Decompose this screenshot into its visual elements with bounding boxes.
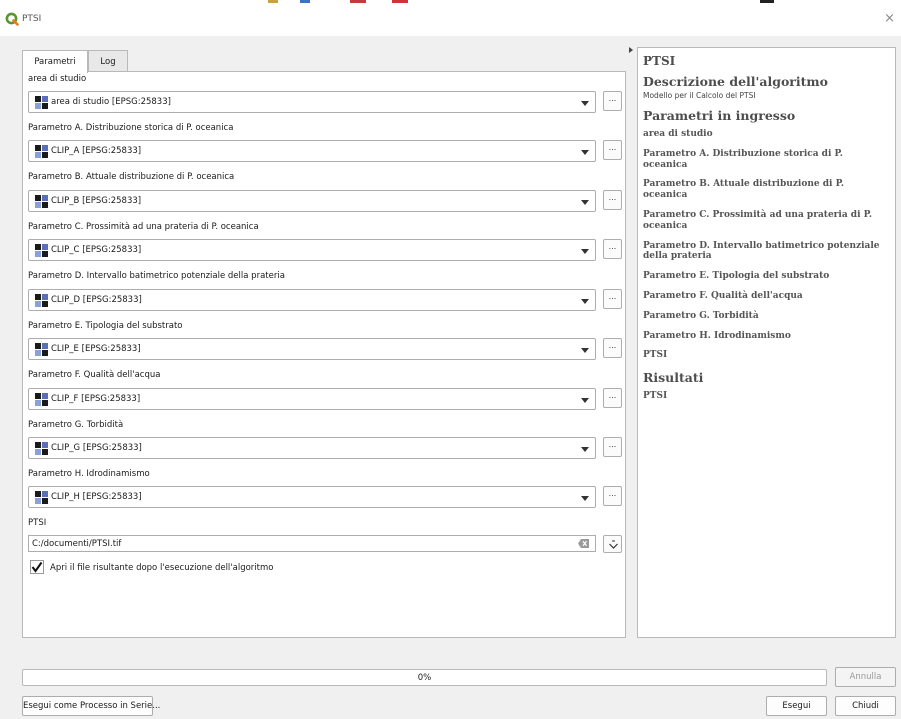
- panel-splitter-handle[interactable]: [629, 47, 633, 53]
- chevron-down-icon: [581, 101, 589, 106]
- help-description: Modello per il Calcolo del PTSI: [643, 91, 756, 100]
- layer-combo-a[interactable]: CLIP_A [EPSG:25833]: [28, 140, 596, 162]
- layer-combo-d[interactable]: CLIP_D [EPSG:25833]: [28, 289, 596, 311]
- parameters-panel: area di studio area di studio [EPSG:2583…: [22, 71, 626, 638]
- combo-value: CLIP_D [EPSG:25833]: [51, 295, 142, 305]
- param-label-g: Parametro G. Torbidità: [28, 420, 124, 430]
- output-label: PTSI: [28, 518, 47, 528]
- tab-parametri[interactable]: Parametri: [22, 50, 88, 73]
- raster-layer-icon: [35, 96, 48, 109]
- chevron-down-icon: [581, 200, 589, 205]
- close-button[interactable]: Chiudi: [835, 696, 896, 716]
- param-label-area-di-studio: area di studio: [28, 74, 87, 84]
- background-strip: [300, 0, 310, 3]
- combo-value: area di studio [EPSG:25833]: [51, 97, 171, 107]
- raster-layer-icon: [35, 442, 48, 455]
- browse-button[interactable]: ...: [603, 437, 622, 457]
- batch-process-button[interactable]: Esegui come Processo in Serie...: [22, 696, 160, 716]
- raster-layer-icon: [35, 294, 48, 307]
- help-input-item: Parametro C. Prossimità ad una prateria …: [643, 209, 873, 231]
- help-input-item: Parametro D. Intervallo batimetrico pote…: [643, 240, 880, 262]
- output-path-value: C:/documenti/PTSI.tif: [32, 539, 122, 549]
- layer-combo-g[interactable]: CLIP_G [EPSG:25833]: [28, 437, 596, 459]
- browse-button[interactable]: ...: [603, 388, 622, 408]
- raster-layer-icon: [35, 244, 48, 257]
- chevron-down-icon: [581, 496, 589, 501]
- raster-layer-icon: [35, 145, 48, 158]
- help-output-item: PTSI: [643, 391, 668, 402]
- help-title: PTSI: [643, 54, 676, 68]
- help-input-item: Parametro G. Torbidità: [643, 310, 759, 321]
- window-title: PTSI: [22, 14, 42, 24]
- clear-field-icon[interactable]: [578, 539, 589, 548]
- layer-combo-e[interactable]: CLIP_E [EPSG:25833]: [28, 338, 596, 360]
- output-options-button[interactable]: [603, 535, 622, 553]
- layer-combo-f[interactable]: CLIP_F [EPSG:25833]: [28, 388, 596, 410]
- chevron-down-icon: [581, 249, 589, 254]
- background-strip: [350, 0, 366, 3]
- chevron-down-icon: [581, 398, 589, 403]
- browse-button[interactable]: ...: [603, 190, 622, 210]
- qgis-logo-icon: [5, 12, 19, 26]
- param-label-a: Parametro A. Distribuzione storica di P.…: [28, 123, 234, 133]
- background-strip: [392, 0, 408, 3]
- help-panel: PTSI Descrizione dell'algoritmo Modello …: [637, 47, 896, 638]
- browse-button[interactable]: ...: [603, 486, 622, 506]
- help-input-item: Parametro E. Tipologia del substrato: [643, 271, 830, 282]
- browse-button[interactable]: ...: [603, 338, 622, 358]
- progress-text: 0%: [417, 673, 432, 683]
- combo-value: CLIP_E [EPSG:25833]: [51, 344, 141, 354]
- tab-log[interactable]: Log: [88, 50, 128, 72]
- help-input-item: Parametro B. Attuale distribuzione di P.…: [643, 179, 845, 201]
- help-input-item: PTSI: [643, 350, 668, 361]
- raster-layer-icon: [35, 343, 48, 356]
- help-input-item: Parametro F. Qualità dell'acqua: [643, 290, 803, 301]
- param-label-e: Parametro E. Tipologia del substrato: [28, 321, 183, 331]
- layer-combo-b[interactable]: CLIP_B [EPSG:25833]: [28, 190, 596, 212]
- close-window-button[interactable]: ×: [884, 11, 895, 26]
- raster-layer-icon: [35, 393, 48, 406]
- open-result-label: Apri il file risultante dopo l'esecuzion…: [50, 563, 274, 573]
- help-inputs-heading: Parametri in ingresso: [643, 108, 796, 123]
- help-input-item: Parametro A. Distribuzione storica di P.…: [643, 148, 843, 170]
- layer-combo-area-di-studio[interactable]: area di studio [EPSG:25833]: [28, 91, 596, 113]
- background-strip: [760, 0, 774, 3]
- param-label-h: Parametro H. Idrodinamismo: [28, 469, 150, 479]
- help-outputs-heading: Risultati: [643, 370, 704, 386]
- browse-button[interactable]: ...: [603, 140, 622, 160]
- combo-value: CLIP_B [EPSG:25833]: [51, 196, 142, 206]
- checkmark-icon: [31, 561, 43, 573]
- chevron-down-icon: [581, 348, 589, 353]
- param-label-b: Parametro B. Attuale distribuzione di P.…: [28, 172, 235, 182]
- cancel-button[interactable]: Annulla: [835, 667, 896, 687]
- combo-value: CLIP_C [EPSG:25833]: [51, 245, 142, 255]
- output-path-input[interactable]: C:/documenti/PTSI.tif: [28, 535, 596, 552]
- browse-button[interactable]: ...: [603, 289, 622, 309]
- title-bar: PTSI ×: [0, 0, 901, 36]
- combo-value: CLIP_G [EPSG:25833]: [51, 443, 142, 453]
- raster-layer-icon: [35, 195, 48, 208]
- help-input-item: Parametro H. Idrodinamismo: [643, 330, 791, 341]
- background-strip: [268, 0, 278, 3]
- combo-value: CLIP_A [EPSG:25833]: [51, 146, 142, 156]
- combo-value: CLIP_F [EPSG:25833]: [51, 394, 141, 404]
- param-label-d: Parametro D. Intervallo batimetrico pote…: [28, 271, 285, 281]
- run-button[interactable]: Esegui: [766, 696, 827, 716]
- open-result-checkbox[interactable]: [30, 560, 44, 574]
- chevron-down-icon: [581, 447, 589, 452]
- combo-value: CLIP_H [EPSG:25833]: [51, 492, 142, 502]
- browse-button[interactable]: ...: [603, 239, 622, 259]
- layer-combo-c[interactable]: CLIP_C [EPSG:25833]: [28, 239, 596, 261]
- browse-button[interactable]: ...: [603, 91, 622, 111]
- output-options-icon: [609, 540, 618, 549]
- help-input-item: area di studio: [643, 129, 713, 139]
- progress-bar: 0%: [22, 669, 827, 686]
- raster-layer-icon: [35, 491, 48, 504]
- chevron-down-icon: [581, 299, 589, 304]
- help-description-heading: Descrizione dell'algoritmo: [643, 74, 828, 89]
- param-label-f: Parametro F. Qualità dell'acqua: [28, 370, 161, 380]
- param-label-c: Parametro C. Prossimità ad una prateria …: [28, 222, 259, 232]
- layer-combo-h[interactable]: CLIP_H [EPSG:25833]: [28, 486, 596, 508]
- chevron-down-icon: [581, 150, 589, 155]
